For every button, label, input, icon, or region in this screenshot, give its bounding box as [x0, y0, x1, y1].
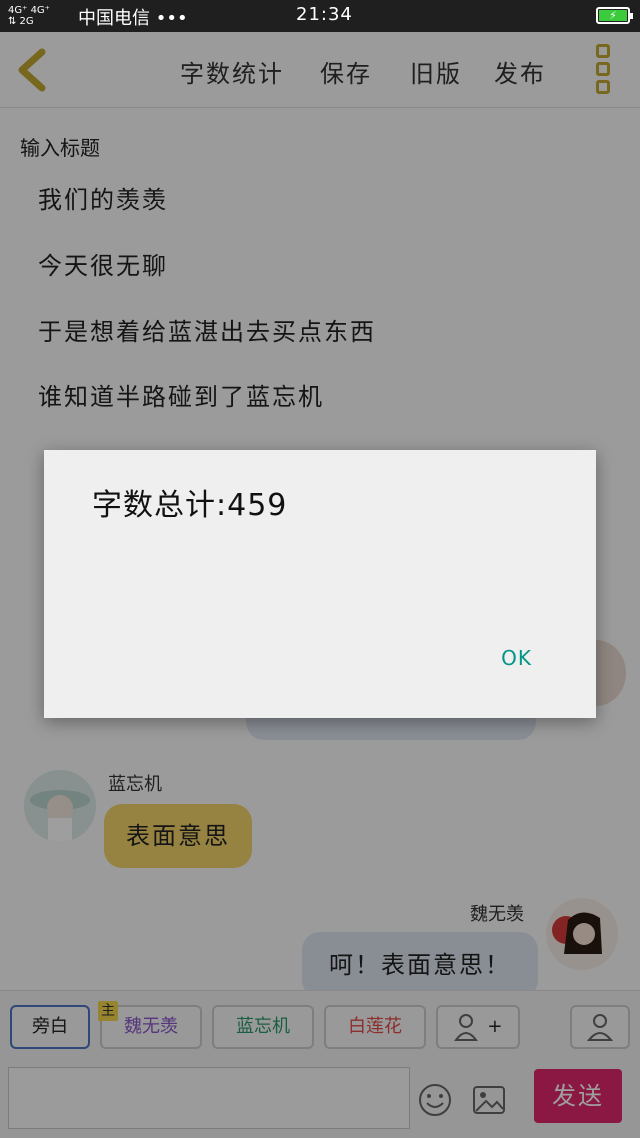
carrier-name: 中国电信 •••: [78, 8, 188, 29]
ok-button[interactable]: OK: [501, 646, 532, 670]
clock: 21:34: [296, 4, 353, 25]
battery-charging-icon: ⚡: [596, 7, 633, 24]
status-bar: 4G⁺ 4G⁺ ⇅ 2G 中国电信 ••• 21:34 ⚡: [0, 0, 640, 32]
signal-top-label: 4G⁺ 4G⁺: [8, 5, 50, 16]
word-count-message: 字数总计:459: [92, 488, 288, 523]
signal-indicator: 4G⁺ 4G⁺ ⇅ 2G: [8, 5, 50, 27]
signal-bottom-label: ⇅ 2G: [8, 16, 34, 27]
word-count-dialog: 字数总计:459 OK: [44, 450, 596, 718]
